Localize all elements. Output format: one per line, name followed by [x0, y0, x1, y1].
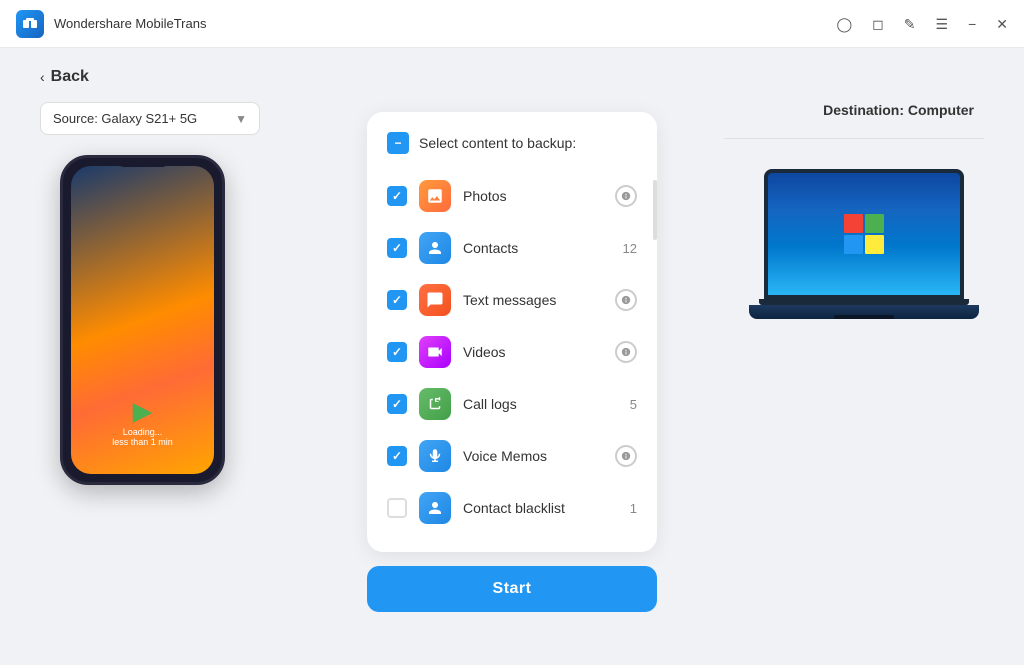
destination-label: Destination: Computer	[823, 102, 984, 118]
windows-logo-icon	[844, 214, 884, 254]
contacts-label: Contacts	[463, 240, 605, 256]
list-item[interactable]: Text messages	[367, 274, 657, 326]
start-button[interactable]: Start	[367, 566, 657, 612]
start-button-container: Start	[367, 566, 657, 612]
windows-pane-blue	[844, 235, 863, 254]
laptop-base	[749, 305, 979, 319]
list-item[interactable]: Voice Memos	[367, 430, 657, 482]
window-controls: ◯ ◻ ✎ ☰ − ✕	[836, 17, 1008, 31]
phone-side-button-right	[223, 238, 225, 278]
list-item[interactable]: Contacts 12	[367, 222, 657, 274]
left-panel: Source: Galaxy S21+ 5G ▼ Loading... less…	[40, 102, 300, 485]
contacts-badge: 12	[617, 241, 637, 256]
right-panel: Destination: Computer	[724, 102, 984, 319]
titlebar: Wondershare MobileTrans ◯ ◻ ✎ ☰ − ✕	[0, 0, 1024, 48]
minimize-icon[interactable]: −	[968, 17, 976, 31]
back-button[interactable]: ‹ Back	[40, 48, 984, 102]
calllogs-label: Call logs	[463, 396, 605, 412]
messages-info-icon	[615, 289, 637, 311]
list-item[interactable]: Calendar 25	[367, 534, 657, 536]
messages-label: Text messages	[463, 292, 603, 308]
loading-text: Loading...	[112, 427, 173, 437]
phone-side-button-left-bottom	[60, 263, 62, 288]
videos-icon	[419, 336, 451, 368]
videos-checkbox[interactable]	[387, 342, 407, 362]
destination-header: Destination: Computer	[724, 102, 984, 169]
laptop-screen	[764, 169, 964, 299]
menu-icon[interactable]: ☰	[936, 17, 949, 31]
select-all-icon[interactable]: −	[387, 132, 409, 154]
photos-info-icon	[615, 185, 637, 207]
windows-pane-yellow	[865, 235, 884, 254]
messages-checkbox[interactable]	[387, 290, 407, 310]
videos-label: Videos	[463, 344, 603, 360]
calllogs-checkbox[interactable]	[387, 394, 407, 414]
app-logo	[16, 10, 44, 38]
photos-checkbox[interactable]	[387, 186, 407, 206]
list-item[interactable]: Photos	[367, 170, 657, 222]
content-area: Source: Galaxy S21+ 5G ▼ Loading... less…	[40, 102, 984, 665]
user-icon[interactable]: ◯	[836, 17, 852, 31]
windows-pane-red	[844, 214, 863, 233]
play-icon	[133, 403, 153, 423]
dropdown-arrow-icon: ▼	[235, 112, 247, 126]
blacklist-checkbox[interactable]	[387, 498, 407, 518]
back-chevron-icon: ‹	[40, 69, 45, 85]
main-content: ‹ Back Source: Galaxy S21+ 5G ▼ Loading.…	[0, 48, 1024, 665]
voicememos-info-icon	[615, 445, 637, 467]
voicememos-checkbox[interactable]	[387, 446, 407, 466]
photos-label: Photos	[463, 188, 603, 204]
backup-card: − Select content to backup:	[367, 112, 657, 552]
destination-divider	[724, 138, 984, 139]
back-label: Back	[51, 68, 89, 86]
calllogs-icon	[419, 388, 451, 420]
laptop-mockup	[754, 169, 974, 319]
voicememos-icon	[419, 440, 451, 472]
contacts-checkbox[interactable]	[387, 238, 407, 258]
voicememos-label: Voice Memos	[463, 448, 603, 464]
backup-list: Photos Contacts 12	[367, 170, 657, 536]
photos-icon	[419, 180, 451, 212]
source-selector[interactable]: Source: Galaxy S21+ 5G ▼	[40, 102, 260, 135]
phone-mockup: Loading... less than 1 min	[60, 155, 225, 485]
backup-title: Select content to backup:	[419, 135, 576, 151]
blacklist-icon	[419, 492, 451, 524]
blacklist-label: Contact blacklist	[463, 500, 605, 516]
videos-info-icon	[615, 341, 637, 363]
app-title: Wondershare MobileTrans	[54, 16, 836, 31]
close-icon[interactable]: ✕	[996, 17, 1008, 31]
list-item[interactable]: Contact blacklist 1	[367, 482, 657, 534]
list-item[interactable]: Call logs 5	[367, 378, 657, 430]
phone-notch	[118, 161, 168, 167]
backup-header: − Select content to backup:	[367, 132, 657, 170]
center-panel: − Select content to backup:	[300, 102, 724, 612]
loading-subtext: less than 1 min	[112, 437, 173, 447]
list-item[interactable]: Videos	[367, 326, 657, 378]
source-label: Source: Galaxy S21+ 5G	[53, 111, 197, 126]
phone-loading-overlay: Loading... less than 1 min	[112, 403, 173, 447]
windows-pane-green	[865, 214, 884, 233]
messages-icon	[419, 284, 451, 316]
calllogs-badge: 5	[617, 397, 637, 412]
contacts-icon	[419, 232, 451, 264]
blacklist-badge: 1	[617, 501, 637, 516]
window-icon[interactable]: ◻	[872, 17, 884, 31]
phone-side-button-left-top	[60, 228, 62, 253]
edit-icon[interactable]: ✎	[904, 17, 916, 31]
